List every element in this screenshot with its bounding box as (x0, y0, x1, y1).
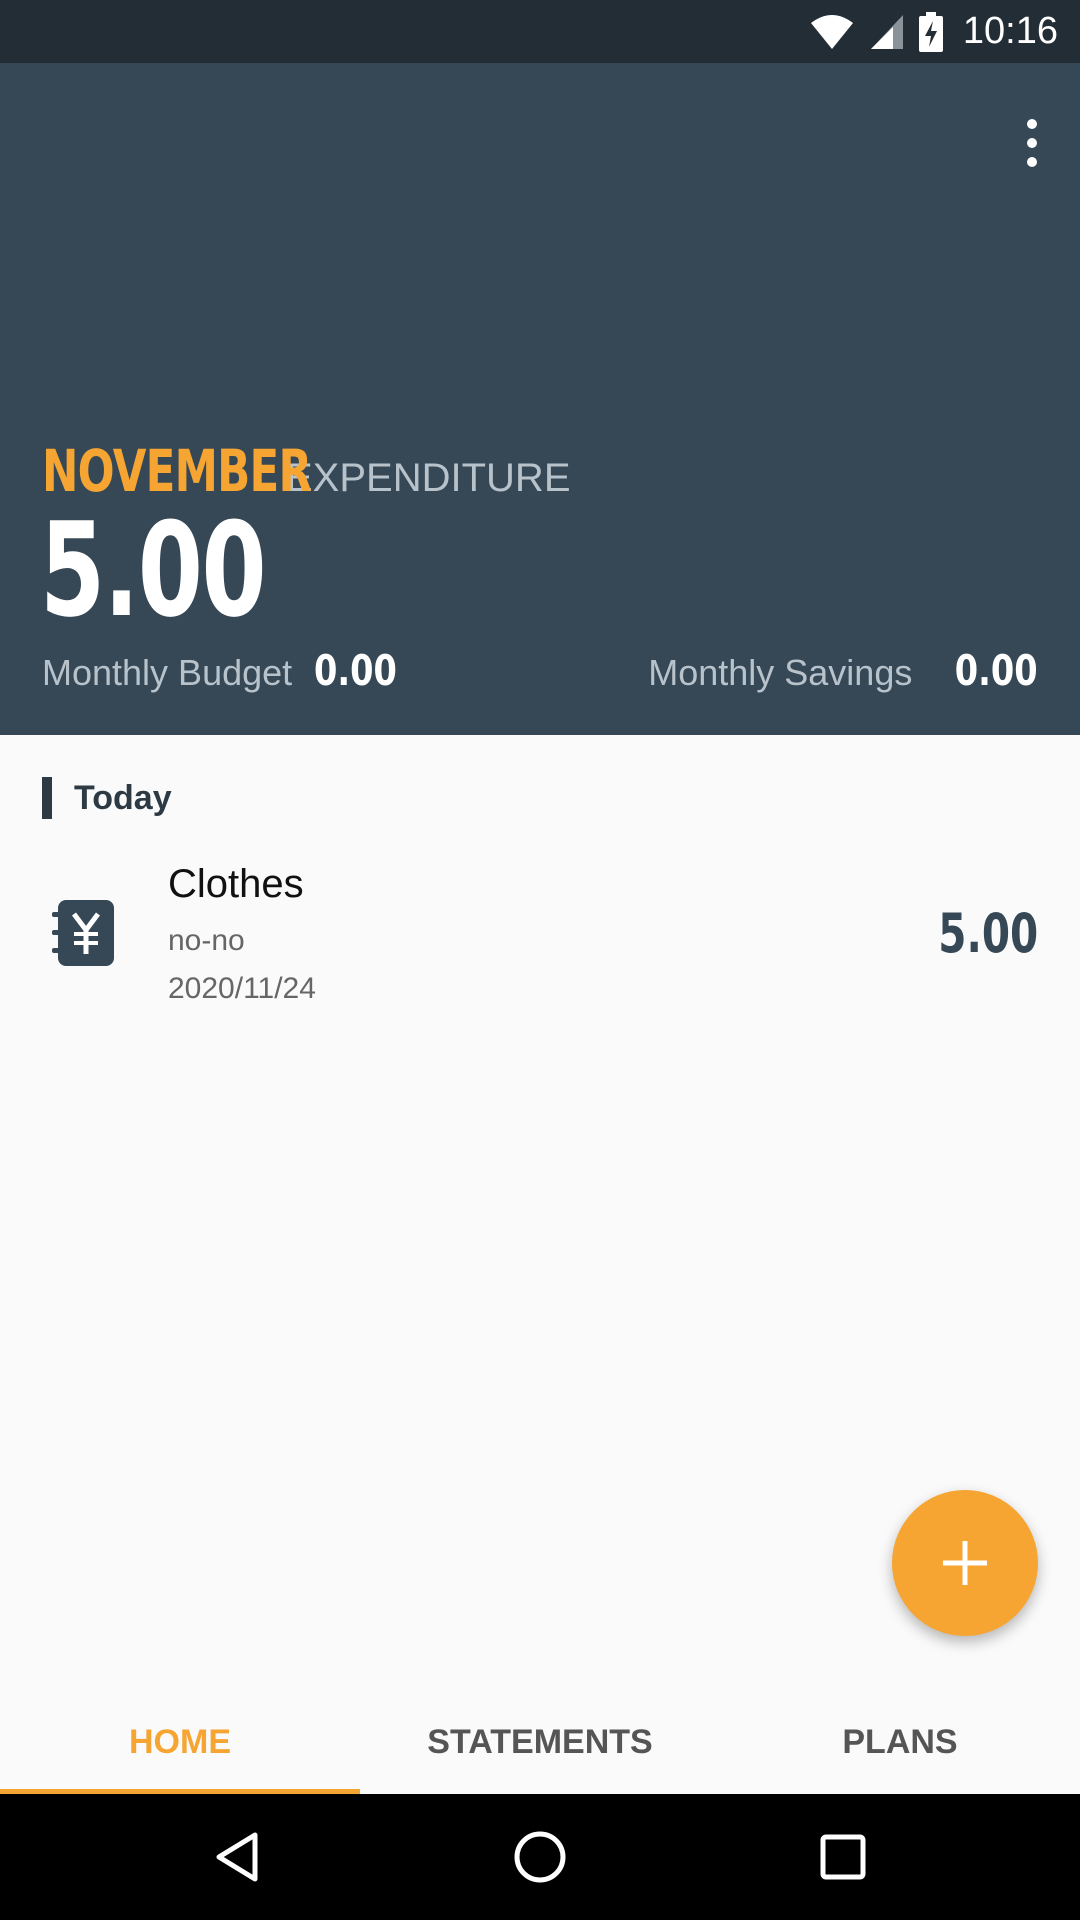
section-marker (42, 777, 52, 819)
bottom-tabs: HOME STATEMENTS PLANS (0, 1690, 1080, 1794)
budget-value: 0.00 (314, 646, 398, 695)
savings-label: Monthly Savings (648, 652, 913, 693)
expenditure-label: EXPENDITURE (286, 456, 571, 500)
budget-label: Monthly Budget (42, 652, 293, 693)
recents-icon[interactable] (813, 1827, 873, 1887)
section-title: Today (74, 778, 172, 817)
entry-date: 2020/11/24 (168, 972, 316, 1005)
section-header: Today (42, 777, 172, 819)
tab-home[interactable]: HOME (0, 1690, 360, 1794)
plus-icon (943, 1541, 987, 1585)
add-entry-button[interactable] (892, 1490, 1038, 1636)
status-icons: 10:16 (809, 0, 1058, 63)
home-icon[interactable] (510, 1827, 570, 1887)
total-expenditure: 5.00 (40, 494, 267, 646)
status-bar: 10:16 (0, 0, 1080, 63)
status-time: 10:16 (962, 10, 1058, 52)
system-nav-bar (0, 1794, 1080, 1920)
yen-notebook-icon (52, 900, 114, 966)
entry-category: Clothes (168, 862, 304, 906)
savings-value: 0.00 (955, 646, 1038, 695)
wifi-icon (810, 14, 853, 49)
monthly-savings[interactable]: Monthly Savings 0.00 (648, 646, 1038, 695)
entry-note: no-no (168, 924, 245, 957)
monthly-budget[interactable]: Monthly Budget 0.00 (42, 646, 418, 695)
tab-statements[interactable]: STATEMENTS (360, 1690, 720, 1794)
tab-plans[interactable]: PLANS (720, 1690, 1080, 1794)
overflow-menu-icon[interactable] (1006, 103, 1058, 183)
cell-signal-icon (870, 14, 903, 49)
list-item[interactable]: Clothes no-no 2020/11/24 5.00 (0, 850, 1080, 1020)
back-icon[interactable] (207, 1827, 267, 1887)
battery-charging-icon (918, 11, 943, 52)
entry-amount: 5.00 (938, 902, 1038, 965)
